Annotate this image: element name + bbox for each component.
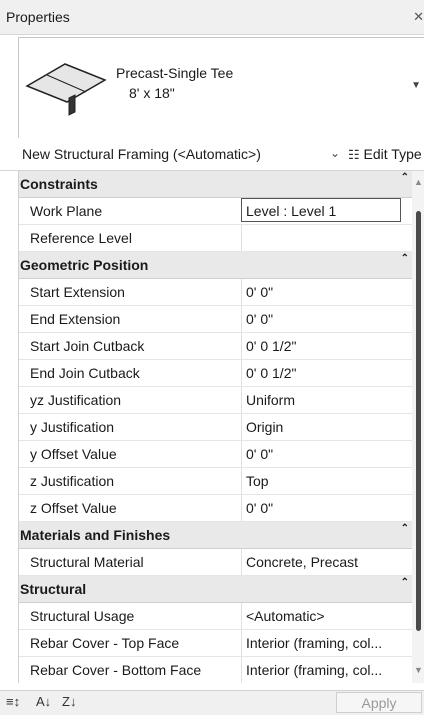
instance-filter-label: New Structural Framing (<Automatic>) [22,146,261,162]
property-name: z Offset Value [30,500,117,516]
property-value[interactable]: Concrete, Precast [241,549,411,575]
properties-titlebar: Properties ✕ [0,0,424,35]
property-value[interactable]: Interior (framing, col... [241,630,411,656]
group-title: Constraints [20,176,98,192]
property-name: Structural Material [30,554,144,570]
collapse-icon[interactable]: ⌃ [401,523,409,534]
single-tee-thumbnail [25,63,107,116]
group-header[interactable]: Materials and Finishes ⌃ [19,522,413,549]
property-row[interactable]: Rebar Cover - Top Face Interior (framing,… [19,630,413,657]
property-name: Structural Usage [30,608,135,624]
chevron-down-icon[interactable]: ⌄ [330,146,340,160]
property-name: Rebar Cover - Bottom Face [30,662,202,678]
property-value[interactable]: 0' 0" [241,279,411,305]
property-name: Work Plane [30,203,103,219]
categorized-sort-icon[interactable]: ≡↕ [6,694,20,709]
scroll-down-icon[interactable]: ▼ [414,665,423,675]
property-name: Start Extension [30,284,125,300]
panel-title: Properties [6,9,70,25]
apply-button[interactable]: Apply [336,692,422,713]
property-name: y Offset Value [30,446,117,462]
property-row[interactable]: z Justification Top [19,468,413,495]
property-value[interactable]: 0' 0 1/2" [241,333,411,359]
group-header[interactable]: Structural ⌃ [19,576,413,603]
property-row[interactable]: Start Join Cutback 0' 0 1/2" [19,333,413,360]
property-name: Start Join Cutback [30,338,145,354]
property-value[interactable] [241,225,411,251]
property-name: z Justification [30,473,115,489]
edit-type-button[interactable]: ☷ Edit Type [348,146,422,163]
property-name: y Justification [30,419,115,435]
property-value[interactable]: 0' 0" [241,306,411,332]
close-icon[interactable]: ✕ [413,9,424,25]
sort-descending-icon[interactable]: Z↓ [62,694,76,709]
property-row[interactable]: y Offset Value 0' 0" [19,441,413,468]
property-row[interactable]: Rebar Cover - Bottom Face Interior (frami… [19,657,413,683]
property-value[interactable]: Interior (framing, col... [241,657,411,683]
property-row[interactable]: Structural Material Concrete, Precast [19,549,413,576]
property-row[interactable]: Reference Level [19,225,413,252]
group-title: Materials and Finishes [20,527,171,543]
type-size: 8' x 18" [129,85,175,101]
property-name: yz Justification [30,392,122,408]
property-row[interactable]: Structural Usage <Automatic> [19,603,413,630]
property-name: End Join Cutback [30,365,140,381]
properties-footer: ≡↕ A↓ Z↓ Apply [0,690,424,715]
property-value[interactable]: <Automatic> [241,603,411,629]
collapse-icon[interactable]: ⌃ [401,172,409,183]
property-row[interactable]: y Justification Origin [19,414,413,441]
property-value[interactable]: Top [241,468,411,494]
properties-grid: Constraints ⌃ Work Plane Level : Level 1 Ref… [18,171,413,683]
property-row[interactable]: Start Extension 0' 0" [19,279,413,306]
collapse-icon[interactable]: ⌃ [401,253,409,264]
property-value[interactable]: 0' 0" [241,441,411,467]
group-title: Structural [20,581,87,597]
property-value[interactable]: 0' 0" [241,495,411,521]
property-row[interactable]: End Extension 0' 0" [19,306,413,333]
group-header[interactable]: Geometric Position ⌃ [19,252,413,279]
type-selector[interactable]: Precast-Single Tee 8' x 18" ▼ [18,37,424,138]
vertical-scrollbar[interactable]: ▲ ▼ [412,171,424,683]
caret-down-icon[interactable]: ▼ [411,80,421,91]
property-row[interactable]: yz Justification Uniform [19,387,413,414]
property-value[interactable]: Uniform [241,387,411,413]
group-title: Geometric Position [20,257,149,273]
property-name: Reference Level [30,230,132,246]
scrollbar-thumb[interactable] [416,211,421,631]
type-name: Precast-Single Tee [116,65,234,81]
property-name: Rebar Cover - Top Face [30,635,180,651]
property-row[interactable]: Work Plane Level : Level 1 [19,198,413,225]
property-row[interactable]: End Join Cutback 0' 0 1/2" [19,360,413,387]
property-value[interactable]: Origin [241,414,411,440]
property-row[interactable]: z Offset Value 0' 0" [19,495,413,522]
group-header[interactable]: Constraints ⌃ [19,171,413,198]
edit-type-icon: ☷ [348,147,360,162]
edit-type-label: Edit Type [363,146,422,162]
scroll-up-icon[interactable]: ▲ [414,177,423,187]
collapse-icon[interactable]: ⌃ [401,577,409,588]
property-name: End Extension [30,311,121,327]
instance-selector[interactable]: New Structural Framing (<Automatic>) ⌄ ☷… [0,140,424,171]
property-value[interactable]: 0' 0 1/2" [241,360,411,386]
sort-ascending-icon[interactable]: A↓ [36,694,51,709]
property-value[interactable]: Level : Level 1 [241,198,401,222]
